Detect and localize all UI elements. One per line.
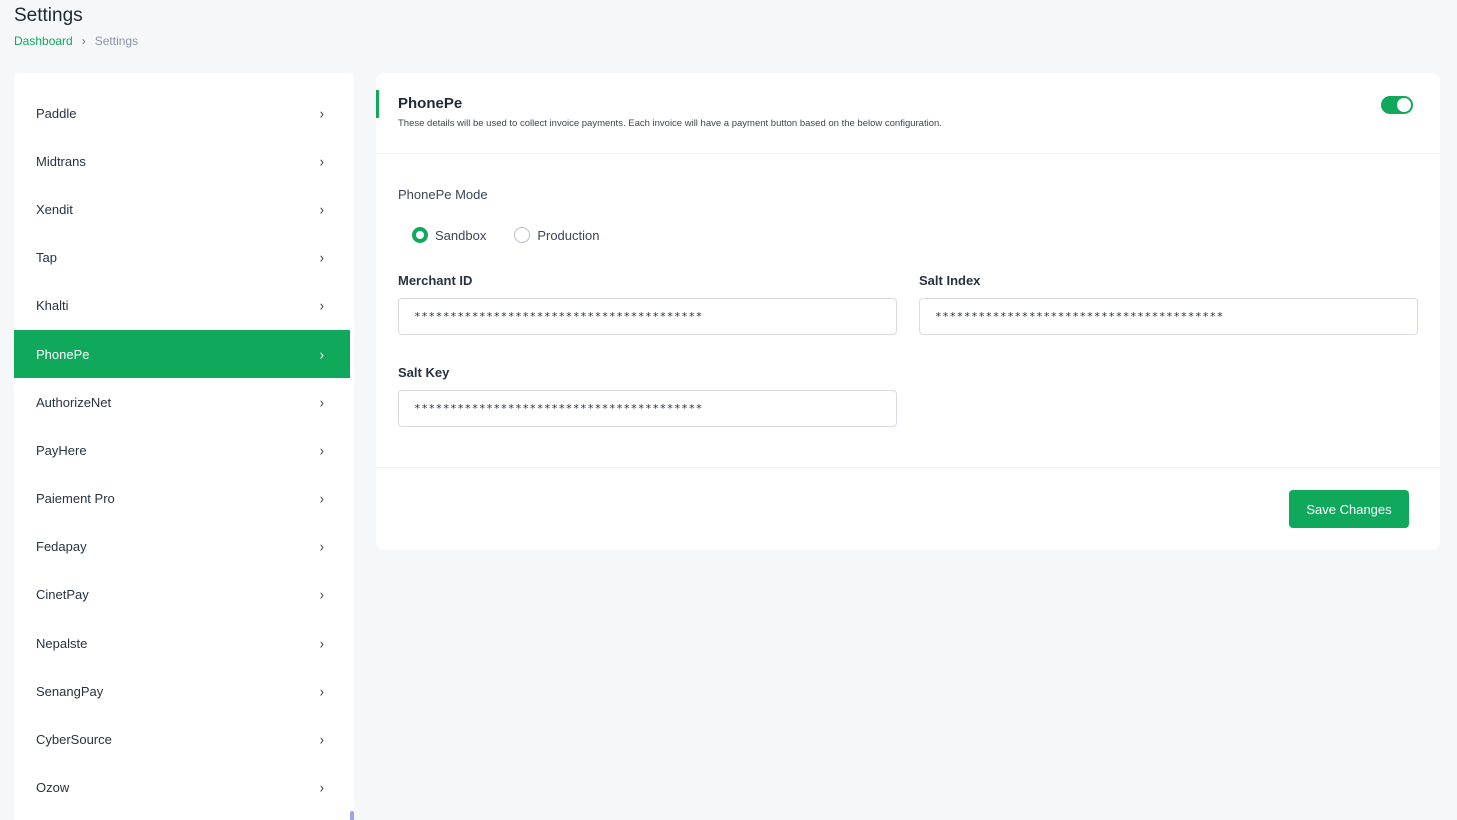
chevron-right-icon: › [319, 779, 324, 796]
chevron-right-icon: › [319, 104, 324, 122]
breadcrumb-dashboard-link[interactable]: Dashboard [14, 34, 73, 48]
sidebar-item-paddle[interactable]: Paddle › [14, 89, 350, 137]
sidebar-list: Paddle › Midtrans › Xendit › Tap › Khalt… [14, 73, 350, 812]
chevron-right-icon: › [319, 393, 324, 411]
sidebar-item-label: CinetPay [36, 587, 89, 603]
sidebar-item-cinetpay[interactable]: CinetPay › [14, 571, 350, 619]
card-body: PhonePe Mode Sandbox Production Merchant… [376, 154, 1440, 468]
sidebar-item-label: Midtrans [36, 153, 86, 169]
sidebar-item-fedapay[interactable]: Fedapay › [14, 523, 350, 571]
sidebar-item-label: PhonePe [36, 346, 90, 362]
sidebar-item-label: Tap [36, 250, 57, 266]
mode-label: PhonePe Mode [398, 187, 488, 202]
sidebar-item-label: Fedapay [36, 539, 87, 555]
salt-index-label: Salt Index [919, 273, 981, 288]
sidebar-item-authorizenet[interactable]: AuthorizeNet › [14, 378, 350, 426]
sidebar-item-label: Ozow [36, 780, 70, 796]
sandbox-label: Sandbox [435, 227, 487, 243]
sandbox-radio[interactable] [412, 227, 428, 243]
sidebar-item-label: AuthorizeNet [36, 394, 112, 410]
chevron-right-icon: › [319, 297, 324, 315]
salt-key-label: Salt Key [398, 365, 450, 380]
sidebar-item-tap[interactable]: Tap › [14, 234, 350, 282]
save-changes-button[interactable]: Save Changes [1289, 490, 1409, 528]
sidebar-item-label: Nepalste [36, 635, 88, 651]
page-title: Settings [14, 5, 83, 26]
card-description: These details will be used to collect in… [398, 118, 942, 129]
sidebar-item-label: Khalti [36, 298, 69, 314]
chevron-right-icon: › [319, 538, 324, 556]
sidebar-item-label: Paiement Pro [36, 491, 115, 507]
chevron-right-icon: › [319, 683, 324, 700]
card-header: PhonePe These details will be used to co… [376, 73, 1440, 154]
sidebar-item-nepalste[interactable]: Nepalste › [14, 619, 350, 667]
mode-radio-group: Sandbox Production [412, 227, 599, 243]
breadcrumb-current: Settings [94, 34, 139, 48]
merchant-id-label: Merchant ID [398, 273, 473, 288]
sidebar-item-label: PayHere [36, 442, 87, 458]
sidebar-item-senangpay[interactable]: SenangPay › [14, 667, 350, 715]
sidebar-item-khalti[interactable]: Khalti › [14, 282, 350, 330]
sidebar-item-label: CyberSource [36, 732, 112, 748]
chevron-right-icon: › [319, 490, 324, 507]
salt-key-input[interactable]: **************************************** [398, 390, 897, 427]
breadcrumb: Dashboard › Settings [14, 34, 138, 48]
toggle-knob [1397, 98, 1411, 112]
enable-phonepe-toggle[interactable] [1381, 96, 1413, 114]
salt-index-input[interactable]: **************************************** [919, 298, 1418, 335]
chevron-right-icon: › [319, 586, 324, 604]
sidebar-item-ozow[interactable]: Ozow › [14, 764, 350, 812]
sandbox-option[interactable]: Sandbox [412, 227, 486, 243]
sidebar-item-cut-off [14, 73, 350, 89]
production-radio[interactable] [514, 227, 531, 243]
sidebar-item-cybersource[interactable]: CyberSource › [14, 715, 350, 763]
chevron-right-icon: › [319, 731, 324, 748]
sidebar-item-label: Paddle [36, 105, 77, 121]
card-title: PhonePe [398, 95, 463, 112]
chevron-right-icon: › [319, 345, 324, 363]
production-option[interactable]: Production [514, 227, 599, 243]
chevron-right-icon: › [319, 249, 324, 266]
sidebar-item-payhere[interactable]: PayHere › [14, 426, 350, 474]
sidebar-item-xendit[interactable]: Xendit › [14, 185, 350, 233]
phonepe-settings-card: PhonePe These details will be used to co… [376, 73, 1440, 550]
production-label: Production [537, 227, 600, 243]
chevron-right-icon: › [319, 442, 324, 459]
chevron-right-icon: › [81, 34, 86, 48]
merchant-id-input[interactable]: **************************************** [398, 298, 897, 335]
chevron-right-icon: › [319, 201, 324, 218]
sidebar-item-label: SenangPay [36, 683, 104, 699]
sidebar-item-label: Xendit [36, 201, 73, 217]
chevron-right-icon: › [319, 634, 324, 652]
sidebar-scrollbar[interactable] [350, 811, 354, 820]
accent-bar [376, 90, 379, 118]
sidebar-item-paiement-pro[interactable]: Paiement Pro › [14, 475, 350, 523]
chevron-right-icon: › [319, 153, 324, 170]
sidebar-item-midtrans[interactable]: Midtrans › [14, 137, 350, 185]
sidebar-item-phonepe[interactable]: PhonePe › [14, 329, 350, 379]
payment-settings-sidebar: Paddle › Midtrans › Xendit › Tap › Khalt… [14, 73, 354, 820]
